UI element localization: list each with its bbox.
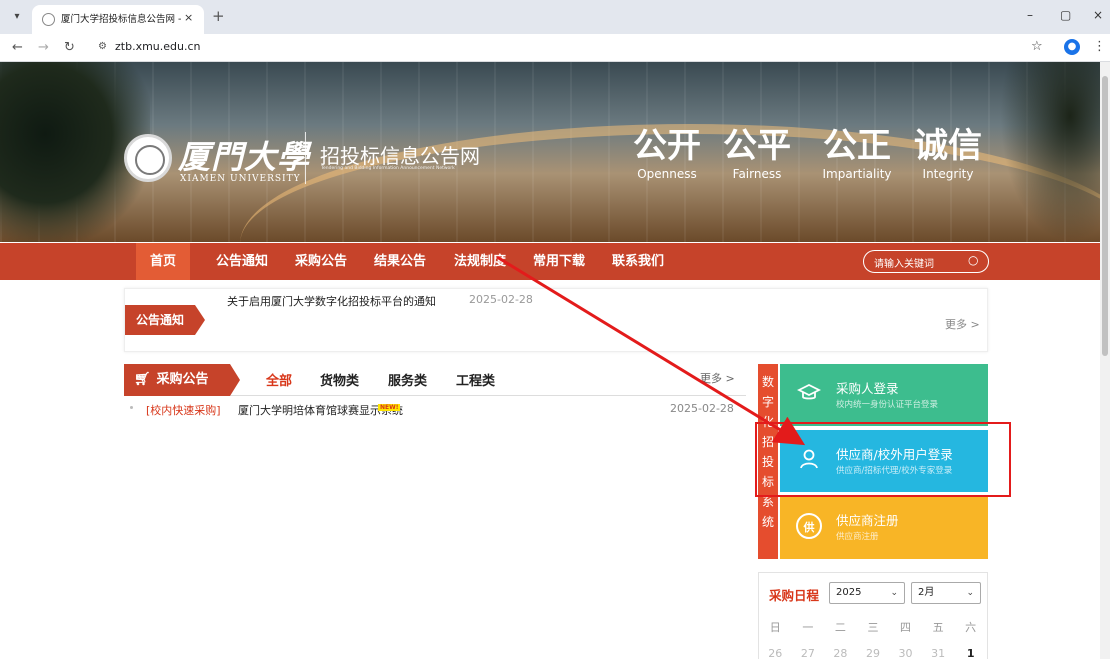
card-subtitle: 校内统一身份认证平台登录: [836, 400, 939, 410]
card-title: 采购人登录: [836, 381, 899, 396]
back-arrow-icon[interactable]: ←: [12, 40, 23, 55]
nav-downloads[interactable]: 常用下载: [519, 243, 599, 280]
row-date: 2025-02-28: [670, 402, 734, 415]
profile-avatar-icon[interactable]: ●: [1064, 39, 1080, 55]
new-tab-button[interactable]: +: [212, 7, 225, 25]
nav-results[interactable]: 结果公告: [360, 243, 440, 280]
tab-services[interactable]: 服务类: [388, 370, 427, 389]
procurement-more-link[interactable]: 更多 >: [700, 370, 735, 386]
scrollbar-thumb[interactable]: [1102, 76, 1108, 356]
calendar-weekdays: 日 一 二 三 四 五 六: [769, 621, 977, 634]
minimize-button[interactable]: –: [1027, 8, 1033, 22]
url-field[interactable]: ⚙ ztb.xmu.edu.cn: [91, 37, 1021, 59]
logo-divider: [305, 132, 306, 184]
calendar-day[interactable]: 26: [761, 643, 789, 659]
calendar-day[interactable]: 29: [859, 643, 887, 659]
header-banner: 厦門大學 XIAMEN UNIVERSITY 招投标信息公告网 Tenderin…: [0, 62, 1100, 242]
row-category[interactable]: [校内快速采购]: [146, 402, 221, 418]
card-subtitle: 供应商注册: [836, 532, 879, 542]
supplier-register-button[interactable]: 供 供应商注册 供应商注册: [780, 496, 988, 559]
procurement-header: 🛒︎ 采购公告 全部 货物类 服务类 工程类 更多 >: [124, 364, 746, 396]
tab-title: 厦门大学招投标信息公告网 -: [61, 14, 181, 25]
tab-search-chevron-icon[interactable]: ▾: [8, 8, 26, 26]
buyer-login-button[interactable]: 采购人登录 校内统一身份认证平台登录: [780, 364, 988, 426]
browser-tab-bar: ▾ 厦门大学招投标信息公告网 - × + – ▢ ×: [0, 0, 1110, 34]
tab-all[interactable]: 全部: [266, 370, 292, 389]
url-text[interactable]: ztb.xmu.edu.cn: [115, 40, 201, 53]
graduation-cap-icon: [796, 381, 822, 407]
notice-item-title[interactable]: 关于启用厦门大学数字化招投标平台的通知: [227, 293, 436, 309]
annotation-highlight-box: [755, 422, 1011, 497]
tab-engineering[interactable]: 工程类: [456, 370, 495, 389]
nav-home[interactable]: 首页: [136, 243, 191, 280]
shopping-cart-icon: 🛒︎: [134, 372, 151, 387]
slogan-impartiality: 公正 Impartiality: [822, 126, 892, 181]
restore-button[interactable]: ▢: [1060, 8, 1071, 22]
month-select[interactable]: 2月 ⌄: [911, 582, 981, 604]
new-badge: NEW!: [378, 404, 401, 411]
calendar-days: 26 27 28 29 30 31 1: [759, 643, 987, 659]
card-title: 供应商注册: [836, 513, 899, 528]
notice-more-link[interactable]: 更多 >: [945, 316, 980, 332]
site-name-english: Tendering and Bidding Information Announ…: [321, 166, 455, 171]
reload-icon[interactable]: ↻: [64, 40, 75, 55]
site-name: 招投标信息公告网: [320, 144, 480, 168]
tab-close-icon[interactable]: ×: [184, 11, 193, 24]
calendar-day[interactable]: 31: [924, 643, 952, 659]
search-icon[interactable]: ○: [968, 253, 978, 267]
procurement-panel: 🛒︎ 采购公告 全部 货物类 服务类 工程类 更多 > [校内快速采购] 厦门大学…: [124, 364, 746, 659]
forward-arrow-icon[interactable]: →: [38, 40, 49, 55]
notice-item-date: 2025-02-28: [469, 293, 533, 306]
nav-contact[interactable]: 联系我们: [598, 243, 678, 280]
slogan-openness: 公开 Openness: [633, 126, 701, 181]
nav-procurement[interactable]: 采购公告: [281, 243, 361, 280]
globe-icon: [42, 13, 55, 26]
notice-tag[interactable]: 公告通知: [125, 305, 205, 335]
university-seal-logo[interactable]: [124, 134, 172, 182]
chevron-down-icon[interactable]: ⌄: [890, 583, 898, 603]
search-input[interactable]: 请输入关键词 ○: [863, 250, 989, 273]
calendar-day[interactable]: 27: [794, 643, 822, 659]
logo-english-name: XIAMEN UNIVERSITY: [180, 174, 301, 184]
address-bar: ← → ↻ ⚙ ztb.xmu.edu.cn ☆ ● ⋮: [0, 34, 1110, 62]
list-item[interactable]: [校内快速采购] 厦门大学明培体育馆球赛显示系统 NEW! 2025-02-28: [124, 402, 746, 422]
calendar-title: 采购日程: [769, 588, 820, 603]
slogan-integrity: 诚信 Integrity: [914, 126, 982, 181]
chevron-down-icon[interactable]: ⌄: [966, 583, 974, 603]
page-viewport: 厦門大學 XIAMEN UNIVERSITY 招投标信息公告网 Tenderin…: [0, 62, 1110, 659]
main-nav: 首页 公告通知 采购公告 结果公告 法规制度 常用下载 联系我们 请输入关键词 …: [0, 243, 1100, 280]
procurement-calendar: 采购日程 2025 ⌄ 2月 ⌄ 日 一 二 三 四 五 六 26 27 28 …: [758, 572, 988, 659]
search-placeholder[interactable]: 请输入关键词: [874, 255, 934, 270]
nav-regulations[interactable]: 法规制度: [440, 243, 520, 280]
tab-goods[interactable]: 货物类: [320, 370, 359, 389]
procurement-tag[interactable]: 🛒︎ 采购公告: [124, 364, 240, 396]
browser-tab[interactable]: 厦门大学招投标信息公告网 - ×: [32, 5, 204, 34]
close-window-button[interactable]: ×: [1093, 8, 1103, 22]
vertical-scrollbar[interactable]: [1100, 62, 1110, 659]
notice-panel: 公告通知 关于启用厦门大学数字化招投标平台的通知 2025-02-28 更多 >: [124, 288, 988, 352]
bookmark-star-icon[interactable]: ☆: [1031, 39, 1043, 54]
logo-chinese-name[interactable]: 厦門大學: [178, 132, 310, 178]
calendar-day[interactable]: 28: [826, 643, 854, 659]
calendar-day[interactable]: 30: [892, 643, 920, 659]
year-select[interactable]: 2025 ⌄: [829, 582, 905, 604]
slogan-fairness: 公平 Fairness: [723, 126, 791, 181]
site-settings-icon[interactable]: ⚙: [98, 41, 107, 52]
nav-notices[interactable]: 公告通知: [202, 243, 282, 280]
supplier-seal-icon: 供: [796, 513, 822, 539]
calendar-day[interactable]: 1: [957, 643, 985, 659]
bullet-icon: [130, 406, 133, 409]
more-menu-icon[interactable]: ⋮: [1093, 39, 1106, 54]
